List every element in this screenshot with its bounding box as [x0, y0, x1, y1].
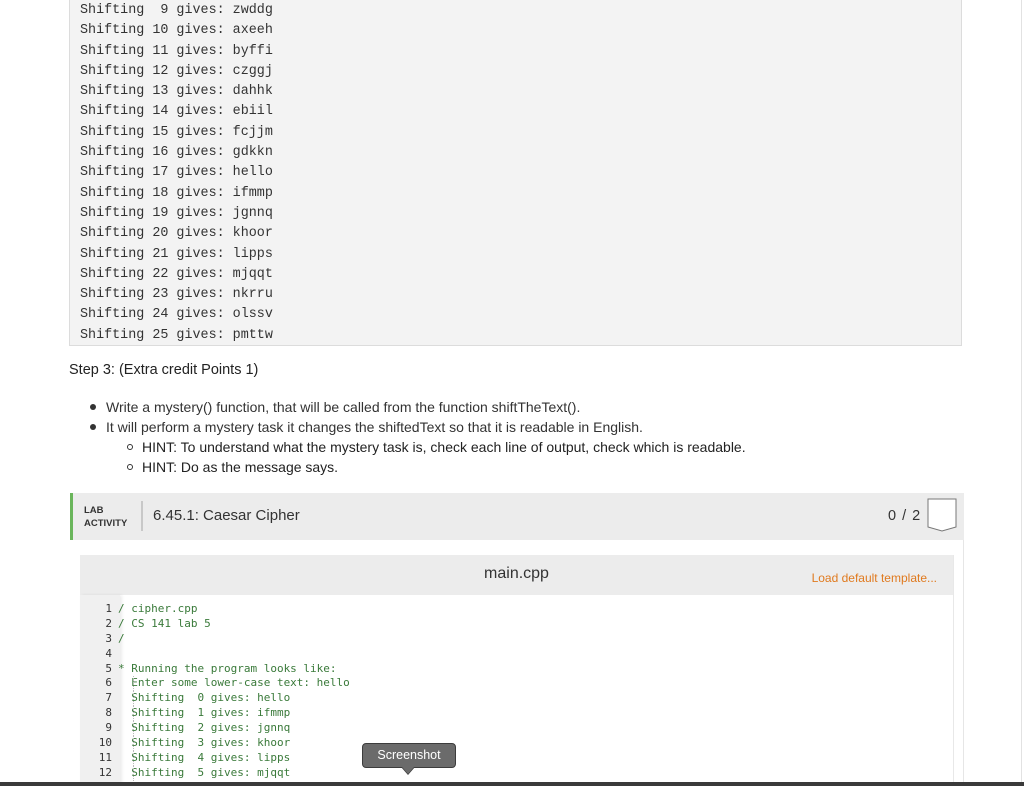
hint-bullet: HINT: Do as the message says.	[88, 457, 746, 477]
step3-instructions: Write a mystery() function, that will be…	[88, 397, 746, 477]
code-line: 10 Shifting 3 gives: khoor	[80, 736, 953, 752]
code-text: Shifting 4 gives: lipps	[118, 750, 291, 764]
step3-heading: Step 3: (Extra credit Points 1)	[69, 362, 259, 378]
output-line: Shifting 12 gives: czggj	[80, 63, 273, 79]
instruction-bullet: Write a mystery() function, that will be…	[88, 397, 746, 417]
code-line: 7 Shifting 0 gives: hello	[80, 691, 953, 707]
lab-tag-line1: LAB	[84, 505, 104, 516]
header-divider	[141, 501, 143, 531]
score-display: 0 / 2	[888, 508, 922, 524]
output-line: Shifting 23 gives: nkrru	[80, 287, 273, 303]
code-line: 1 / cipher.cpp	[80, 602, 953, 617]
code-line: 12 Shifting 5 gives: mjqqt	[80, 765, 953, 781]
code-text: Shifting 2 gives: jgnnq	[118, 721, 291, 735]
line-number: 4	[105, 646, 112, 660]
indent-guide	[133, 736, 134, 752]
output-line: Shifting 16 gives: gdkkn	[80, 145, 273, 161]
line-number: 9	[105, 721, 112, 735]
line-number: 11	[98, 750, 112, 764]
line-number: 8	[105, 706, 112, 720]
completion-badge-icon	[927, 498, 957, 532]
tooltip-arrow-fill	[402, 767, 414, 774]
output-line: Shifting 19 gives: jgnnq	[80, 205, 273, 221]
output-line: Shifting 18 gives: ifmmp	[80, 185, 273, 201]
code-text: Shifting 0 gives: hello	[118, 691, 291, 705]
output-line: Shifting 24 gives: olssv	[80, 307, 273, 323]
indent-guide	[133, 706, 134, 722]
code-text: Shifting 3 gives: khoor	[118, 736, 291, 750]
output-line: Shifting 14 gives: ebiil	[80, 104, 273, 120]
line-number: 3	[105, 631, 112, 645]
code-line: 2 / CS 141 lab 5	[80, 617, 953, 632]
code-editor[interactable]: main.cpp Load default template... 1 / cip…	[80, 555, 954, 786]
code-text: / CS 141 lab 5	[118, 616, 211, 630]
page-scrollbar-edge	[1021, 0, 1022, 786]
lab-activity-tag: LAB ACTIVITY	[84, 504, 127, 530]
code-text: / cipher.cpp	[118, 602, 198, 615]
lab-title: 6.45.1: Caesar Cipher	[153, 507, 300, 524]
lab-tag-line2: ACTIVITY	[84, 518, 128, 529]
output-line: Shifting 20 gives: khoor	[80, 226, 273, 242]
output-line: Shifting 11 gives: byffi	[80, 43, 273, 59]
line-number: 5	[105, 661, 112, 675]
code-line: 5 * Running the program looks like:	[80, 662, 953, 677]
line-number: 10	[98, 736, 112, 750]
output-line: Shifting 17 gives: hello	[80, 165, 273, 181]
load-default-template-link[interactable]: Load default template...	[812, 571, 937, 585]
program-output-block: Shifting 9 gives: zwddg Shifting 10 gives…	[69, 0, 962, 346]
indent-guide	[133, 750, 134, 766]
output-line: Shifting 15 gives: fcjjm	[80, 124, 273, 140]
code-text: Shifting 1 gives: ifmmp	[118, 706, 291, 720]
code-line: 3/	[80, 632, 953, 647]
indent-guide	[133, 691, 134, 707]
output-line: Shifting 10 gives: axeeh	[80, 23, 273, 39]
line-number: 2	[105, 616, 112, 630]
instruction-bullet: It will perform a mystery task it change…	[88, 417, 746, 437]
code-line: 4	[80, 647, 953, 662]
lab-activity-header: LAB ACTIVITY 6.45.1: Caesar Cipher 0 / 2	[70, 493, 964, 540]
code-text: Enter some lower-case text: hello	[118, 676, 350, 690]
line-number: 6	[105, 676, 112, 690]
line-number: 1	[105, 602, 112, 615]
output-line: Shifting 22 gives: mjqqt	[80, 266, 273, 282]
output-line: Shifting 21 gives: lipps	[80, 246, 273, 262]
hint-bullet: HINT: To understand what the mystery tas…	[88, 437, 746, 457]
output-line: Shifting 25 gives: pmttw	[80, 327, 273, 343]
code-text: Shifting 5 gives: mjqqt	[118, 765, 291, 779]
code-text: * Running the program looks like:	[118, 661, 337, 675]
editor-header: main.cpp Load default template...	[80, 555, 953, 595]
indent-guide	[133, 676, 134, 692]
indent-guide	[133, 721, 134, 737]
indent-guide	[133, 765, 134, 781]
output-line: Shifting 9 gives: zwddg	[80, 3, 273, 18]
code-line: 8 Shifting 1 gives: ifmmp	[80, 706, 953, 722]
output-line: Shifting 13 gives: dahhk	[80, 84, 273, 100]
code-line: 6 Enter some lower-case text: hello	[80, 676, 953, 692]
line-number: 7	[105, 691, 112, 705]
code-area[interactable]: 1/ cipher.cpp 2/ CS 141 lab 5 3/4 5 * Runnin…	[80, 602, 953, 781]
code-line: 11 Shifting 4 gives: lipps	[80, 750, 953, 766]
code-text: /	[118, 631, 125, 645]
bottom-taskbar-edge	[0, 782, 1024, 786]
line-number: 12	[98, 765, 112, 779]
screenshot-tooltip: Screenshot	[362, 743, 456, 768]
code-line: 9 Shifting 2 gives: jgnnq	[80, 721, 953, 737]
